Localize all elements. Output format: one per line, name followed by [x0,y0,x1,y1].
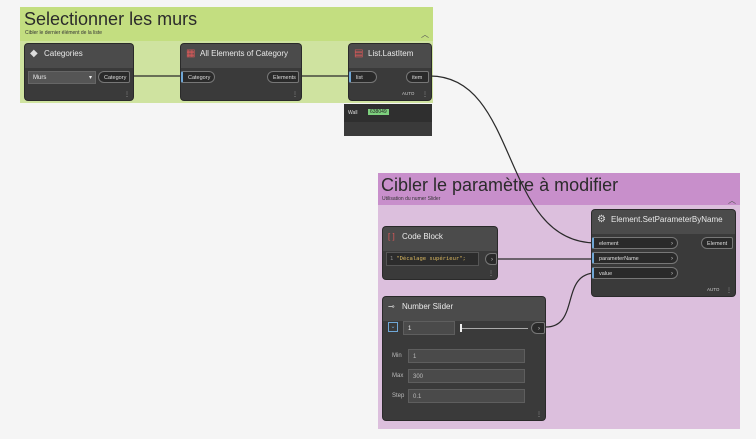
node-title: List.LastItem [368,49,414,58]
preview-label: Wall [348,110,358,116]
output-port-elements[interactable]: Elements [267,71,299,83]
output-port-category[interactable]: Category [98,71,130,83]
slider-value-field[interactable]: 1 [403,321,455,335]
set-parameter-icon: ⚙ [597,214,606,225]
chevron-right-icon: › [671,271,673,277]
input-port-element[interactable]: element › [592,237,678,249]
port-label: Category [188,75,211,81]
port-label: Element [707,241,728,247]
input-port-value[interactable]: value › [592,267,678,279]
list-lastitem-node[interactable]: ▤ List.LastItem list item AUTO ⋮ [349,44,431,100]
max-value: 300 [413,374,424,380]
port-label: list [356,75,363,81]
node-title: All Elements of Category [200,49,289,58]
list-icon: ▤ [354,48,364,59]
expand-toggle[interactable]: ⌄ [388,322,398,332]
node-title: Code Block [402,232,443,241]
output-port-item[interactable]: item [406,71,429,83]
chevron-right-icon: › [671,256,673,262]
input-port-category[interactable]: Category [181,71,215,83]
group-subtitle: Utilisation du numer Slider [382,196,441,202]
slider-value: 1 [408,326,412,332]
more-icon[interactable]: ⋮ [422,91,428,98]
input-port-list[interactable]: list [349,71,377,83]
lacing-label: AUTO [707,287,720,292]
node-title: Element.SetParameterByName [611,215,723,224]
min-label: Min [392,353,402,359]
node-title: Number Slider [402,302,454,311]
input-port-parametername[interactable]: parameterName › [592,252,678,264]
output-port-element[interactable]: Element [701,237,733,249]
line-number: 1 [390,256,394,262]
chevron-right-icon: › [671,241,673,247]
more-icon[interactable]: ⋮ [488,270,494,277]
code-text: "Décalage supérieur"; [396,256,466,262]
more-icon[interactable]: ⋮ [726,287,732,294]
code-block-node[interactable]: [ ] Code Block 1 "Décalage supérieur"; › … [383,227,497,279]
code-block-icon: [ ] [388,232,395,241]
chevron-right-icon: › [538,326,540,332]
group-subtitle: Cibler le dernier élément de la liste [25,30,102,36]
elements-icon: ▦ [186,48,196,59]
group-title: Cibler le paramètre à modifier [381,175,619,195]
more-icon[interactable]: ⋮ [536,411,542,418]
preview-value[interactable]: 638049 [368,109,389,115]
max-label: Max [392,373,404,379]
set-parameter-node[interactable]: ⚙ Element.SetParameterByName element › pa… [592,210,735,296]
port-label: Category [104,75,127,81]
port-label: parameterName [599,256,639,262]
more-icon[interactable]: ⋮ [292,91,298,98]
chevron-down-icon: ▾ [88,75,92,81]
dropdown-value: Murs [33,75,47,81]
slider-thumb[interactable] [460,324,462,332]
chevron-up-icon[interactable]: ︿ [421,29,429,40]
more-icon[interactable]: ⋮ [124,91,130,98]
output-port-code[interactable]: › [485,253,497,265]
all-elements-node[interactable]: ▦ All Elements of Category Category Elem… [181,44,301,100]
node-title: Categories [44,49,83,58]
categories-icon: ◆ [30,48,38,59]
port-label: element [599,241,619,247]
step-field[interactable]: 0.1 [408,389,525,403]
slider-icon: ⊸ [388,302,395,311]
min-value: 1 [413,354,417,360]
categories-node[interactable]: ◆ Categories Murs ▾ Category ⋮ [25,44,133,100]
max-field[interactable]: 300 [408,369,525,383]
port-label: value [599,271,613,277]
chevron-up-icon[interactable]: ︿ [728,195,736,206]
slider-track[interactable] [460,328,528,329]
preview-bubble: Wall 638049 [344,104,432,136]
port-label: Elements [273,75,296,81]
code-editor[interactable]: 1 "Décalage supérieur"; [386,252,479,266]
step-value: 0.1 [413,394,422,400]
step-label: Step [392,393,405,399]
lacing-label: AUTO [402,91,415,96]
output-port-number[interactable]: › [531,322,545,334]
chevron-right-icon: › [491,257,493,263]
min-field[interactable]: 1 [408,349,525,363]
port-label: item [412,75,423,81]
group-title: Selectionner les murs [24,9,198,29]
category-dropdown[interactable]: Murs ▾ [28,71,96,84]
number-slider-node[interactable]: ⊸ Number Slider ⌄ 1 › Min 1 Max 300 Step… [383,297,545,420]
